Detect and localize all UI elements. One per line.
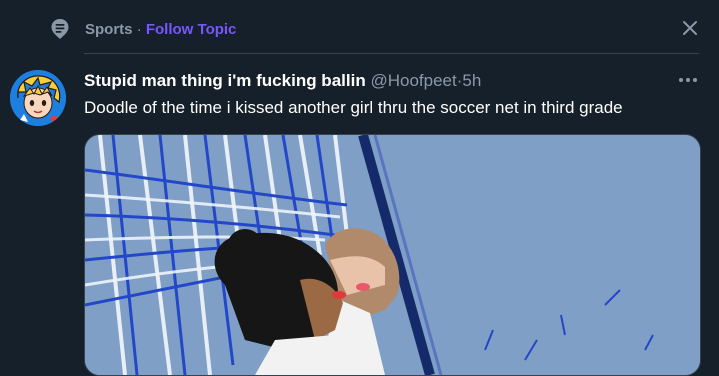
avatar-image xyxy=(10,70,66,126)
tweet-text: Doodle of the time i kissed another girl… xyxy=(84,98,623,117)
tweet-media[interactable] xyxy=(84,134,701,376)
tweet-time[interactable]: 5h xyxy=(462,71,481,90)
topic-separator: · xyxy=(136,21,142,38)
tweet-header: Stupid man thing i'm fucking ballin @Hoo… xyxy=(84,70,481,92)
author-handle[interactable]: @Hoofpeet xyxy=(370,71,456,90)
follow-topic-button[interactable]: Follow Topic xyxy=(146,21,237,38)
topic-row: Sports · Follow Topic xyxy=(0,0,719,54)
topic-icon xyxy=(51,19,69,39)
avatar[interactable] xyxy=(10,70,66,126)
topic-name[interactable]: Sports xyxy=(85,21,133,38)
media-drawing xyxy=(85,135,700,375)
more-icon[interactable] xyxy=(676,70,700,90)
close-icon[interactable] xyxy=(678,16,702,40)
author-name[interactable]: Stupid man thing i'm fucking ballin xyxy=(84,71,366,90)
divider xyxy=(84,53,699,54)
topic-label: Sports · Follow Topic xyxy=(85,20,236,40)
